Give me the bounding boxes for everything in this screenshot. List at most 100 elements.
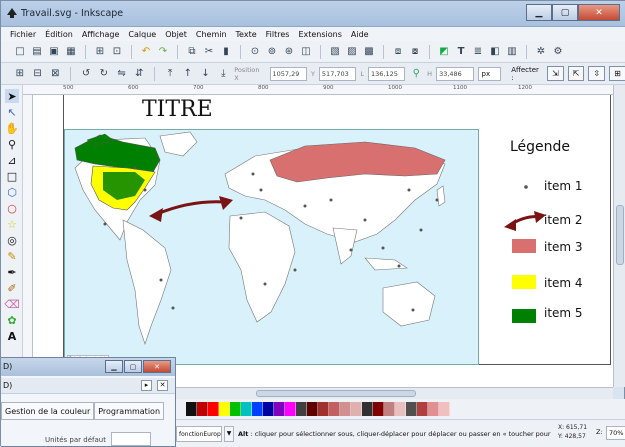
ellipse-tool-icon[interactable]: ○ bbox=[5, 201, 19, 215]
zoom-drawing-icon[interactable]: ⊚ bbox=[265, 45, 279, 59]
rectangle-tool-icon[interactable]: □ bbox=[5, 169, 19, 183]
save-icon[interactable]: ▣ bbox=[47, 45, 61, 59]
palette-swatch[interactable] bbox=[296, 402, 307, 416]
spiral-tool-icon[interactable]: ◎ bbox=[5, 233, 19, 247]
zoom-width-icon[interactable]: ◫ bbox=[299, 45, 313, 59]
menu-filtres[interactable]: Filtres bbox=[266, 30, 290, 39]
legend-item-5[interactable]: item 5 bbox=[544, 306, 583, 320]
palette-swatch[interactable] bbox=[395, 402, 406, 416]
scale-stroke-icon[interactable]: ⇲ bbox=[546, 66, 564, 81]
copy-icon[interactable]: ⧉ bbox=[185, 45, 199, 59]
measure-tool-icon[interactable]: ⊿ bbox=[5, 153, 19, 167]
palette-swatch[interactable] bbox=[252, 402, 263, 416]
menu-aide[interactable]: Aide bbox=[351, 30, 369, 39]
palette-swatch[interactable] bbox=[417, 402, 428, 416]
palette-swatch[interactable] bbox=[197, 402, 208, 416]
palette-swatch[interactable] bbox=[329, 402, 340, 416]
x-field[interactable]: 1057,29 bbox=[269, 66, 307, 81]
menu-affichage[interactable]: Affichage bbox=[82, 30, 120, 39]
palette-swatch[interactable] bbox=[384, 402, 395, 416]
tab-gestion-couleur[interactable]: Gestion de la couleur bbox=[1, 402, 95, 420]
flip-vertical-icon[interactable]: ⇵ bbox=[132, 67, 146, 81]
zoom-page-icon[interactable]: ⊛ bbox=[282, 45, 296, 59]
select-all-icon[interactable]: ⊞ bbox=[13, 67, 27, 81]
tab-programmation[interactable]: Programmation bbox=[94, 402, 165, 420]
menu-extensions[interactable]: Extensions bbox=[298, 30, 341, 39]
node-tool-icon[interactable]: ↖ bbox=[5, 105, 19, 119]
cut-icon[interactable]: ✂ bbox=[202, 45, 216, 59]
palette-swatch[interactable] bbox=[318, 402, 329, 416]
horizontal-scrollbar[interactable] bbox=[176, 387, 613, 399]
palette-swatch[interactable] bbox=[285, 402, 296, 416]
align-icon[interactable]: ▥ bbox=[505, 45, 519, 59]
w-field[interactable]: 136,125 bbox=[367, 66, 406, 81]
star-tool-icon[interactable]: ☆ bbox=[5, 217, 19, 231]
undo-icon[interactable]: ↶ bbox=[139, 45, 153, 59]
lower-icon[interactable]: ↓ bbox=[199, 67, 213, 81]
selector-tool-icon[interactable]: ➤ bbox=[5, 89, 19, 103]
dialog-minimize-button[interactable]: ▁ bbox=[105, 360, 123, 373]
close-button[interactable]: ✕ bbox=[578, 4, 620, 21]
palette-swatch[interactable] bbox=[362, 402, 373, 416]
rotate-ccw-icon[interactable]: ↺ bbox=[79, 67, 93, 81]
export-icon[interactable]: ⊡ bbox=[110, 45, 124, 59]
palette-swatch[interactable] bbox=[340, 402, 351, 416]
vertical-scrollbar[interactable] bbox=[613, 85, 625, 387]
flip-horizontal-icon[interactable]: ⇋ bbox=[115, 67, 129, 81]
zoom-tool-icon[interactable]: ⚲ bbox=[5, 137, 19, 151]
document-properties-icon[interactable]: ⚙ bbox=[551, 45, 565, 59]
unlink-clone-icon[interactable]: ▩ bbox=[362, 45, 376, 59]
redo-icon[interactable]: ↷ bbox=[156, 45, 170, 59]
calligraphy-tool-icon[interactable]: ✐ bbox=[5, 281, 19, 295]
palette-swatch[interactable] bbox=[208, 402, 219, 416]
pen-tool-icon[interactable]: ✒ bbox=[5, 265, 19, 279]
legend-item-3[interactable]: item 3 bbox=[544, 240, 583, 254]
preferences-icon[interactable]: ✲ bbox=[534, 45, 548, 59]
legend-item-4[interactable]: item 4 bbox=[544, 276, 583, 290]
menu-objet[interactable]: Objet bbox=[165, 30, 187, 39]
box-tool-icon[interactable]: ⬡ bbox=[5, 185, 19, 199]
menu-edition[interactable]: Édition bbox=[45, 30, 73, 39]
scale-corners-icon[interactable]: ⇱ bbox=[567, 66, 585, 81]
menu-fichier[interactable]: Fichier bbox=[10, 30, 36, 39]
duplicate-icon[interactable]: ▧ bbox=[328, 45, 342, 59]
drawing-title[interactable]: TITRE bbox=[142, 97, 213, 122]
scrollbar-thumb[interactable] bbox=[616, 205, 624, 265]
import-icon[interactable]: ⊞ bbox=[93, 45, 107, 59]
scrollbar-thumb[interactable] bbox=[256, 390, 416, 397]
menu-calque[interactable]: Calque bbox=[128, 30, 156, 39]
print-icon[interactable]: ▦ bbox=[64, 45, 78, 59]
raise-to-top-icon[interactable]: ⤒ bbox=[163, 67, 177, 81]
layer-selector[interactable]: fonctionEurope17 bbox=[176, 426, 222, 442]
palette-swatch[interactable] bbox=[219, 402, 230, 416]
legend-title[interactable]: Légende bbox=[510, 139, 570, 155]
deselect-icon[interactable]: ⊠ bbox=[49, 67, 63, 81]
lower-to-bottom-icon[interactable]: ⤓ bbox=[216, 67, 230, 81]
palette-swatch[interactable] bbox=[241, 402, 252, 416]
dialog-close-button[interactable]: ✕ bbox=[143, 360, 171, 373]
palette-swatch[interactable] bbox=[351, 402, 362, 416]
atlantic-double-arrow[interactable] bbox=[149, 196, 233, 222]
dock-close-icon[interactable]: ✕ bbox=[157, 380, 168, 391]
xml-editor-icon[interactable]: ◧ bbox=[488, 45, 502, 59]
tweak-tool-icon[interactable]: ✋ bbox=[5, 121, 19, 135]
text-tool-icon[interactable]: A bbox=[5, 329, 19, 343]
dock-options-icon[interactable]: ▸ bbox=[141, 380, 152, 391]
paste-icon[interactable]: ▮ bbox=[219, 45, 233, 59]
fill-stroke-icon[interactable]: ◩ bbox=[437, 45, 451, 59]
default-units-select[interactable] bbox=[111, 432, 151, 446]
h-field[interactable]: 33,486 bbox=[436, 66, 474, 81]
raise-icon[interactable]: ↑ bbox=[181, 67, 195, 81]
palette-swatch[interactable] bbox=[186, 402, 197, 416]
pencil-tool-icon[interactable]: ✎ bbox=[5, 249, 19, 263]
dialog-maximize-button[interactable]: ▢ bbox=[124, 360, 142, 373]
palette-swatch[interactable] bbox=[406, 402, 417, 416]
palette-swatch[interactable] bbox=[307, 402, 318, 416]
menu-texte[interactable]: Texte bbox=[236, 30, 257, 39]
new-document-icon[interactable]: □ bbox=[13, 45, 27, 59]
legend-item-1[interactable]: item 1 bbox=[544, 179, 583, 193]
palette-swatch[interactable] bbox=[428, 402, 439, 416]
world-map[interactable]: Échelle équatoriale bbox=[64, 129, 479, 365]
select-all-layers-icon[interactable]: ⊟ bbox=[31, 67, 45, 81]
text-font-icon[interactable]: T bbox=[454, 45, 468, 59]
